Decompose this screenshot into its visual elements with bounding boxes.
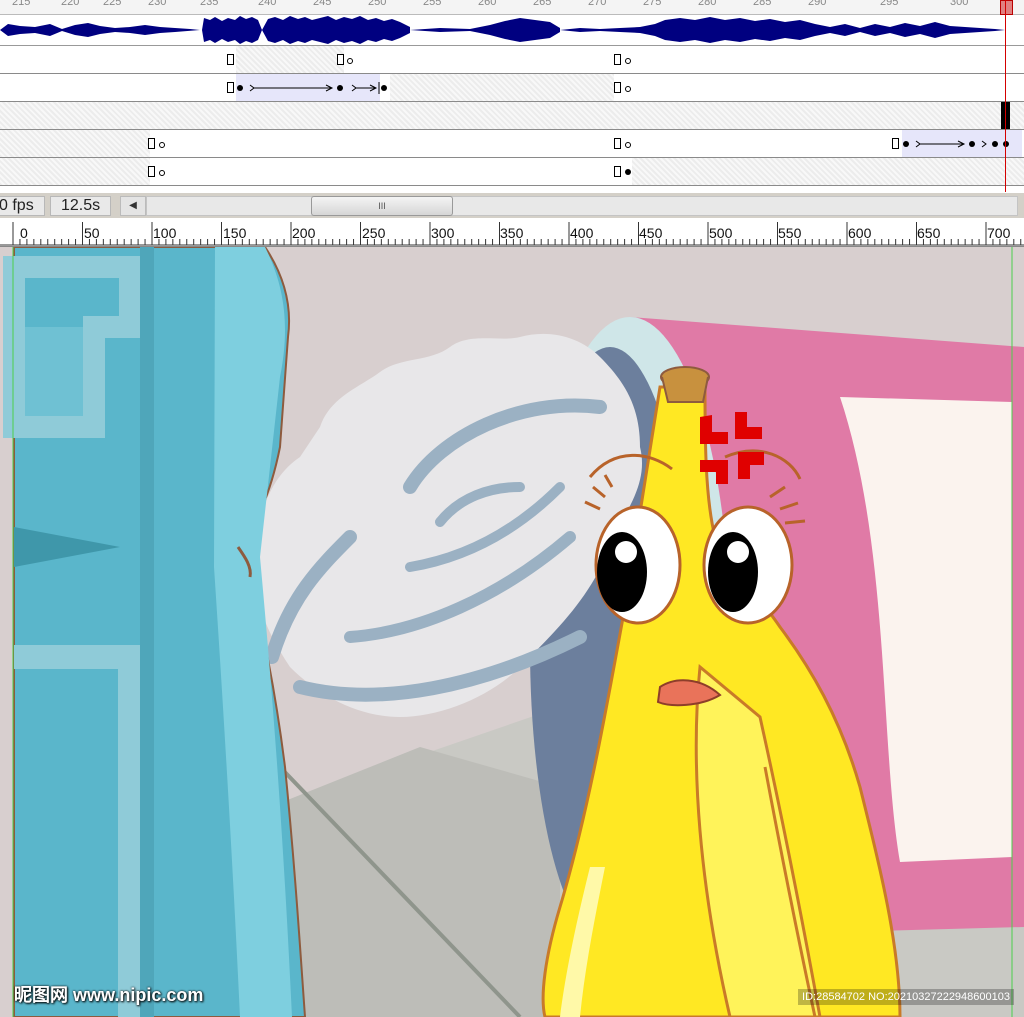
ruler-label: 400: [570, 225, 594, 241]
static-frame-span: [632, 158, 1024, 185]
frame-number: 295: [880, 0, 899, 8]
frame-number: 285: [753, 0, 772, 8]
blank-keyframe-marker[interactable]: [159, 142, 165, 148]
blank-keyframe-marker[interactable]: [625, 86, 631, 92]
ruler-label: 0: [20, 225, 28, 241]
keyframe-marker[interactable]: [625, 169, 631, 175]
timeline-layer-row[interactable]: [0, 74, 1024, 102]
image-id-watermark: ID:28584702 NO:20210327222948600103: [798, 989, 1014, 1005]
empty-keyframe-marker[interactable]: [148, 138, 155, 149]
frame-number: 270: [588, 0, 607, 8]
frame-number: 215: [12, 0, 31, 8]
timeline-layer-row[interactable]: [0, 46, 1024, 74]
ruler-label: 600: [848, 225, 872, 241]
ruler-label: 700: [987, 225, 1011, 241]
ruler-label: 100: [153, 225, 177, 241]
frame-number: 235: [200, 0, 219, 8]
empty-keyframe-marker[interactable]: [337, 54, 344, 65]
frame-number: 275: [643, 0, 662, 8]
static-frame-span: [0, 158, 150, 185]
blue-cabinet: [3, 247, 307, 1017]
ruler-label: 250: [362, 225, 386, 241]
frame-number: 240: [258, 0, 277, 8]
blank-keyframe-marker[interactable]: [347, 58, 353, 64]
audio-waveform-layer[interactable]: [0, 15, 1024, 46]
site-watermark: 昵图网 www.nipic.com: [14, 985, 204, 1005]
frame-rate-display[interactable]: 0 fps: [0, 196, 45, 216]
frame-number: 225: [103, 0, 122, 8]
horizontal-scrollbar-thumb[interactable]: III: [311, 196, 453, 216]
empty-keyframe-marker[interactable]: [227, 82, 234, 93]
ruler-label: 500: [709, 225, 733, 241]
ruler-label: 550: [778, 225, 802, 241]
timeline-status-bar: 0 fps 12.5s ◀ III: [0, 192, 1024, 219]
empty-keyframe-marker[interactable]: [892, 138, 899, 149]
ruler-label: 350: [500, 225, 524, 241]
ruler-label: 300: [431, 225, 455, 241]
tween-arrow: [903, 140, 1009, 148]
horizontal-scrollbar-track[interactable]: [146, 196, 1018, 216]
frame-number: 300: [950, 0, 969, 8]
static-frame-span: [0, 130, 150, 157]
playhead-handle[interactable]: [1000, 0, 1013, 15]
frame-number: 250: [368, 0, 387, 8]
elapsed-time-display: 12.5s: [50, 196, 112, 216]
ruler-label: 650: [917, 225, 941, 241]
timeline-layer-row[interactable]: [0, 130, 1024, 158]
frame-number: 220: [61, 0, 80, 8]
empty-keyframe-marker[interactable]: [614, 82, 621, 93]
stage-canvas[interactable]: 昵图网 www.nipic.com ID:28584702 NO:2021032…: [0, 247, 1024, 1017]
ruler-label: 150: [223, 225, 247, 241]
blank-keyframe-marker[interactable]: [159, 170, 165, 176]
empty-keyframe-marker[interactable]: [227, 54, 234, 65]
empty-keyframe-marker[interactable]: [148, 166, 155, 177]
frame-number: 230: [148, 0, 167, 8]
frame-number: 280: [698, 0, 717, 8]
static-frame-span: [236, 46, 344, 73]
ruler-label: 50: [84, 225, 100, 241]
frame-number: 260: [478, 0, 497, 8]
ruler-label: 450: [639, 225, 663, 241]
frame-number: 255: [423, 0, 442, 8]
empty-keyframe-marker[interactable]: [614, 166, 621, 177]
blank-keyframe-marker[interactable]: [625, 142, 631, 148]
stage-ruler: 0 50 100 150 200 250 300 350 400 450 500…: [0, 218, 1024, 247]
frame-number: 265: [533, 0, 552, 8]
frame-number-ruler[interactable]: 215 220 225 230 235 240 245 250 255 260 …: [0, 0, 1024, 15]
static-frame-span: [390, 74, 614, 101]
tween-arrow: [237, 82, 387, 94]
empty-keyframe-marker[interactable]: [614, 138, 621, 149]
audio-waveform: [0, 16, 1005, 44]
frame-number: 245: [313, 0, 332, 8]
empty-keyframe-marker[interactable]: [614, 54, 621, 65]
scroll-left-arrow[interactable]: ◀: [120, 196, 146, 216]
timeline-layer-row[interactable]: [0, 158, 1024, 186]
ruler-label: 200: [292, 225, 316, 241]
timeline-layer-row[interactable]: [0, 102, 1024, 130]
playhead-line[interactable]: [1005, 0, 1006, 192]
timeline-panel: 215 220 225 230 235 240 245 250 255 260 …: [0, 0, 1024, 192]
frame-number: 290: [808, 0, 827, 8]
cartoon-scene: [0, 247, 1024, 1017]
blank-keyframe-marker[interactable]: [625, 58, 631, 64]
